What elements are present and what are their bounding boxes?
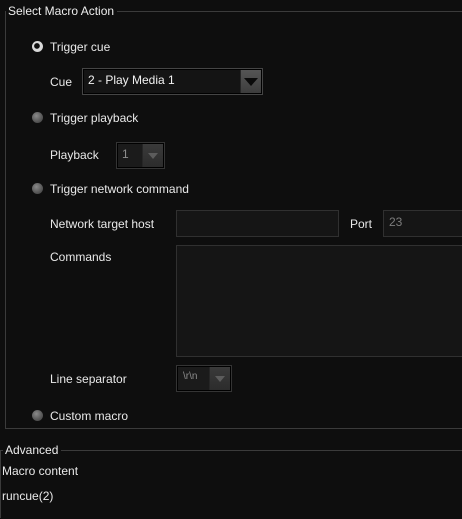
trigger-network-label[interactable]: Trigger network command [50,182,189,196]
port-input[interactable]: 23 [383,210,462,237]
port-value: 23 [389,215,403,229]
playback-dropdown-button[interactable] [142,144,163,167]
commands-label: Commands [50,250,112,264]
custom-macro-radio[interactable] [32,410,43,421]
line-separator-label: Line separator [50,372,127,386]
commands-textarea[interactable] [176,245,462,357]
line-separator-dropdown-button[interactable] [209,367,230,390]
trigger-network-radio[interactable] [32,183,43,194]
cue-label: Cue [50,75,73,89]
chevron-down-icon [215,375,225,382]
cue-select-value: 2 - Play Media 1 [88,73,175,87]
port-label: Port [350,217,373,231]
network-host-label: Network target host [50,217,155,231]
advanced-group-title: Advanced [3,443,62,457]
chevron-down-icon [244,77,258,86]
chevron-down-icon [148,152,158,159]
network-host-input[interactable] [176,210,339,237]
playback-select-value: 1 [122,147,129,161]
advanced-left-border [0,450,1,518]
macro-content-label: Macro content [2,464,79,478]
cue-select[interactable]: 2 - Play Media 1 [82,68,263,95]
cue-dropdown-button[interactable] [240,70,261,93]
line-separator-value: \r\n [183,371,198,382]
macro-content-value[interactable]: runcue(2) [2,489,53,503]
trigger-cue-radio[interactable] [32,41,43,52]
trigger-playback-label[interactable]: Trigger playback [50,111,138,125]
trigger-playback-radio[interactable] [32,112,43,123]
trigger-cue-label[interactable]: Trigger cue [50,40,110,54]
advanced-groupbox [0,450,462,519]
playback-select[interactable]: 1 [116,142,165,169]
custom-macro-label[interactable]: Custom macro [50,409,128,423]
line-separator-select[interactable]: \r\n [176,365,232,392]
playback-label: Playback [50,148,99,162]
macro-action-group-title: Select Macro Action [6,4,118,18]
